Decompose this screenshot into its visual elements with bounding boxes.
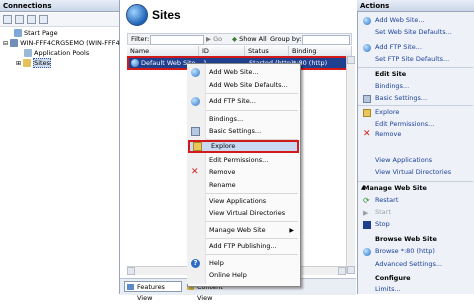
scroll-up-button[interactable] bbox=[347, 56, 355, 64]
vertical-scrollbar[interactable] bbox=[346, 56, 355, 274]
action-browse-80[interactable]: Browse *:80 (http) bbox=[375, 247, 435, 256]
refresh-icon[interactable] bbox=[39, 15, 48, 24]
action-view-applications[interactable]: View Applications bbox=[375, 156, 432, 165]
scroll-right-button[interactable] bbox=[338, 267, 346, 275]
group-by-select[interactable] bbox=[302, 35, 350, 45]
actions-title: Actions bbox=[357, 0, 474, 12]
action-view-virtual-directories[interactable]: View Virtual Directories bbox=[375, 168, 451, 177]
save-icon[interactable] bbox=[15, 15, 24, 24]
features-view-icon bbox=[127, 284, 134, 290]
tree-item-server[interactable]: ⊟ WIN-FFF4CRG5EMO (WIN-FFF4... bbox=[3, 38, 126, 48]
action-restart[interactable]: Restart bbox=[375, 196, 398, 205]
tree-item-start-page[interactable]: Start Page bbox=[14, 28, 58, 38]
action-advanced-settings[interactable]: Advanced Settings... bbox=[375, 260, 442, 269]
menu-separator bbox=[206, 110, 298, 111]
menu-item-add-ftp-publishing[interactable]: Add FTP Publishing... bbox=[188, 241, 299, 252]
menu-item-manage-web-site[interactable]: Manage Web Site ▶ bbox=[188, 225, 299, 236]
basic-settings-icon bbox=[363, 95, 371, 103]
remove-x-icon: ✕ bbox=[191, 167, 199, 177]
section-heading-edit-site: Edit Site bbox=[375, 70, 407, 78]
start-icon: ▶ bbox=[363, 209, 369, 217]
group-by-label: Group by: bbox=[270, 35, 302, 43]
scroll-left-button[interactable] bbox=[127, 267, 135, 275]
go-button[interactable]: ▶ Go bbox=[206, 34, 222, 44]
connections-title: Connections bbox=[0, 0, 119, 12]
menu-item-explore[interactable]: Explore bbox=[188, 140, 299, 153]
column-header-name[interactable]: Name bbox=[127, 46, 199, 56]
page-title: Sites bbox=[152, 8, 181, 22]
menu-separator bbox=[206, 221, 298, 222]
action-explore[interactable]: Explore bbox=[375, 108, 399, 117]
tree-item-sites[interactable]: ⊞ Sites bbox=[16, 58, 51, 68]
column-header-status[interactable]: Status bbox=[245, 46, 289, 56]
column-header-id[interactable]: ID bbox=[199, 46, 245, 56]
folder-icon bbox=[193, 142, 202, 151]
action-set-ftp-site-defaults[interactable]: Set FTP Site Defaults... bbox=[375, 55, 449, 64]
restart-icon: ⟳ bbox=[363, 196, 370, 205]
section-heading-configure: Configure bbox=[375, 274, 411, 282]
menu-item-add-ftp-site[interactable]: Add FTP Site... bbox=[188, 96, 299, 107]
actions-divider bbox=[358, 67, 473, 68]
start-page-icon bbox=[14, 29, 22, 37]
menu-item-online-help[interactable]: Online Help bbox=[188, 270, 299, 281]
action-set-web-site-defaults[interactable]: Set Web Site Defaults... bbox=[375, 28, 452, 37]
filter-input[interactable] bbox=[150, 35, 204, 45]
menu-item-bindings[interactable]: Bindings... bbox=[188, 114, 299, 125]
up-icon[interactable] bbox=[27, 15, 36, 24]
remove-icon: ✕ bbox=[363, 129, 371, 139]
site-globe-icon bbox=[131, 59, 139, 67]
add-web-site-icon bbox=[363, 17, 371, 25]
show-all-button[interactable]: ◆ Show All bbox=[232, 34, 267, 44]
filter-bar: Filter: ▶ Go ◆ Show All Group by: bbox=[127, 33, 352, 45]
tab-features-view[interactable]: Features View bbox=[124, 281, 182, 302]
section-heading-browse-web-site: Browse Web Site bbox=[375, 235, 437, 243]
menu-item-add-web-site[interactable]: Add Web Site... bbox=[188, 67, 299, 78]
explore-folder-icon bbox=[363, 109, 371, 117]
server-icon bbox=[10, 39, 19, 47]
menu-separator bbox=[206, 93, 298, 94]
ftp-globe-icon bbox=[191, 97, 200, 106]
menu-item-view-applications[interactable]: View Applications bbox=[188, 196, 299, 207]
menu-separator bbox=[206, 254, 298, 255]
actions-divider bbox=[358, 105, 473, 106]
sites-globe-icon bbox=[126, 4, 148, 26]
app-pools-icon bbox=[24, 49, 32, 57]
browse-globe-icon bbox=[363, 248, 371, 256]
add-ftp-site-icon bbox=[363, 44, 371, 52]
menu-separator bbox=[206, 193, 298, 194]
menu-item-rename[interactable]: Rename bbox=[188, 180, 299, 191]
action-edit-permissions[interactable]: Edit Permissions... bbox=[375, 120, 434, 129]
action-add-web-site[interactable]: Add Web Site... bbox=[375, 16, 425, 25]
menu-item-add-web-site-defaults[interactable]: Add Web Site Defaults... bbox=[188, 80, 299, 91]
section-heading-manage-web-site: Manage Web Site bbox=[363, 184, 427, 192]
connect-icon[interactable] bbox=[3, 15, 12, 24]
menu-item-help[interactable]: ? Help bbox=[188, 258, 299, 269]
action-add-ftp-site[interactable]: Add FTP Site... bbox=[375, 43, 422, 52]
action-remove[interactable]: Remove bbox=[375, 130, 401, 139]
settings-icon bbox=[191, 127, 200, 136]
action-limits[interactable]: Limits... bbox=[375, 285, 401, 294]
menu-item-view-virtual-directories[interactable]: View Virtual Directories bbox=[188, 208, 299, 219]
menu-item-edit-permissions[interactable]: Edit Permissions... bbox=[188, 155, 299, 166]
action-stop[interactable]: Stop bbox=[375, 220, 390, 229]
action-basic-settings[interactable]: Basic Settings... bbox=[375, 94, 427, 103]
menu-item-remove[interactable]: ✕ Remove bbox=[188, 167, 299, 178]
action-bindings[interactable]: Bindings... bbox=[375, 82, 409, 91]
menu-separator bbox=[206, 238, 298, 239]
tree-item-app-pools[interactable]: Application Pools bbox=[24, 48, 89, 58]
menu-item-basic-settings[interactable]: Basic Settings... bbox=[188, 126, 299, 137]
sites-folder-icon bbox=[23, 59, 32, 67]
action-start: Start bbox=[375, 208, 391, 216]
scroll-down-button[interactable] bbox=[347, 266, 355, 274]
collapse-icon[interactable]: ⊟ bbox=[3, 40, 8, 47]
actions-divider bbox=[358, 181, 473, 182]
help-icon: ? bbox=[191, 259, 200, 268]
column-header-binding[interactable]: Binding bbox=[289, 46, 352, 56]
connections-toolbar bbox=[0, 13, 119, 27]
filter-label: Filter: bbox=[131, 35, 150, 43]
submenu-arrow-icon: ▶ bbox=[289, 227, 294, 234]
globe-icon bbox=[191, 68, 200, 77]
stop-icon bbox=[363, 221, 371, 229]
expand-icon[interactable]: ⊞ bbox=[16, 60, 21, 67]
